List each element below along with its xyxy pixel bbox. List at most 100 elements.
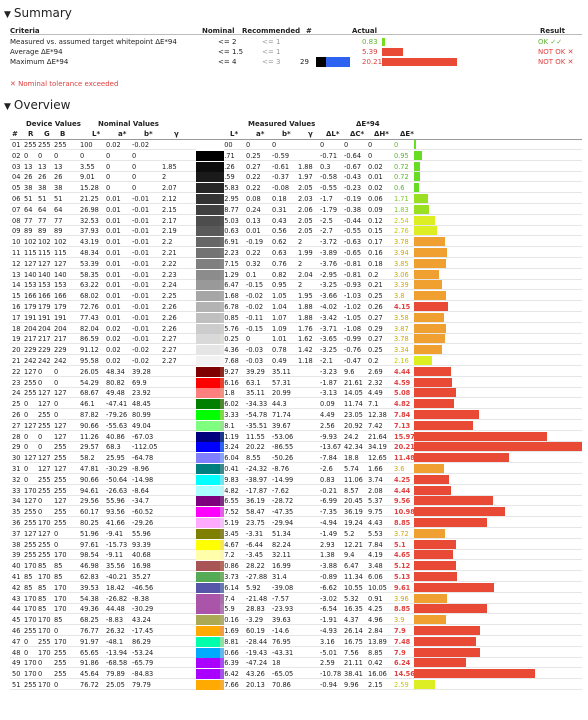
cell: 11.34 (344, 573, 363, 581)
cell: 6.47 (344, 562, 359, 571)
measured-swatch (220, 183, 224, 194)
cell: 102 (54, 238, 67, 247)
cell: -0.47 (344, 357, 362, 365)
tolerance-message: ✕ Nominal tolerance exceeded (10, 80, 119, 88)
cell: 48.45 (132, 400, 151, 409)
table-row: 02 0 0 0 0 0 0 0.71 0.25 -0.59 -0.71 -0.64 0 0.95 (10, 150, 582, 161)
cell: 14.56 (394, 670, 415, 679)
table-row: 13 140 140 140 58.35 0.01 -0.01 2.23 61.29 0.1 0.8… (10, 269, 582, 280)
cell: -0.55 (344, 227, 362, 236)
cell: -0.71 (320, 151, 338, 160)
cell: 166 (38, 292, 51, 301)
cell: -8.64 (132, 486, 150, 495)
cell: 11.26 (80, 432, 99, 441)
table-row: 25 0 127 0 46.1 -47.41 48.45 46.02 -34.33 44.3 0.0… (10, 399, 582, 410)
measured-swatch (220, 615, 224, 626)
measured-swatch (220, 658, 224, 669)
cell: 255 (54, 519, 67, 527)
cell: 0 (24, 475, 29, 484)
cell: -47.24 (246, 659, 268, 668)
measured-swatch (220, 669, 224, 680)
cell: 127 (24, 497, 37, 506)
cell: 26.14 (344, 627, 363, 635)
cell: 0.72 (394, 162, 409, 171)
cell: 170 (54, 583, 67, 592)
col-header: R (28, 130, 34, 138)
col-header: ΔH* (374, 130, 389, 138)
cell: 44.3 (272, 400, 287, 409)
measured-swatch (220, 258, 224, 269)
table-row: 04 26 26 26 9.01 0 0 2 9.59 0.22 -0.37 1.97 -0.58 -0.… (10, 172, 582, 183)
cell: -0.19 (344, 195, 362, 203)
group-header-row: Device Values Nominal Values Measured Va… (10, 120, 582, 129)
cell: 48.34 (80, 249, 99, 257)
de-bar (414, 269, 440, 279)
cell: 05 (12, 184, 21, 193)
cell: 127 (24, 259, 37, 268)
cell: 22 (12, 367, 21, 376)
cell: -1.91 (320, 616, 338, 625)
cell: 80.82 (106, 378, 125, 387)
cell: -0.65 (344, 249, 362, 257)
de-bar (414, 572, 457, 581)
cell: 47.81 (80, 465, 99, 473)
cell: 2.27 (162, 357, 177, 365)
cell: 10 (12, 238, 21, 247)
cell: 0.16 (368, 249, 383, 257)
cell: 18.8 (344, 454, 359, 463)
cell: 1.97 (298, 173, 313, 182)
cell: -14.98 (132, 475, 154, 484)
cell: -26.63 (106, 486, 128, 495)
cell: 0.08 (246, 195, 261, 203)
cell: -1.03 (344, 292, 362, 301)
cell: 49.36 (80, 605, 99, 614)
cell: 0.01 (106, 313, 121, 322)
nominal-swatch (196, 561, 220, 572)
cell: 97.61 (80, 540, 99, 549)
cell: -3.25 (320, 346, 338, 355)
cell: 0 (38, 508, 43, 517)
cell: 32.53 (80, 216, 99, 225)
cell: 5.37 (368, 497, 383, 506)
cell: 7.13 (394, 421, 411, 430)
summary-title[interactable]: ▼ Summary (4, 6, 72, 20)
cell: 1.09 (272, 324, 287, 333)
de-bar (414, 366, 451, 376)
cell: 5.92 (246, 583, 261, 592)
cell: 102 (38, 238, 51, 247)
measured-swatch (220, 507, 224, 518)
cell: 13 (54, 162, 63, 171)
table-row: 21 242 242 242 95.58 0.02 -0.02 2.27 97.68 -0.03 0… (10, 356, 582, 366)
cell: 14 (12, 281, 21, 290)
cell: 0 (24, 443, 29, 452)
table-row: 38 255 255 0 97.61 -15.73 93.39 94.67 -6.44 82.24… (10, 539, 582, 550)
cell: -47.35 (272, 508, 294, 517)
cell: 3.6 (394, 465, 405, 473)
de-bar (414, 215, 436, 225)
de-bar (414, 237, 446, 247)
cell: 2.05 (298, 227, 313, 236)
overview-title[interactable]: ▼ Overview (4, 98, 70, 112)
cell: 127 (24, 367, 37, 376)
cell: 0.02 (106, 357, 121, 365)
cell: -40.21 (106, 573, 128, 581)
criteria-text: Maximum ΔE*94 (10, 58, 69, 66)
cell: -21.48 (246, 594, 268, 603)
cell: 204 (38, 324, 51, 333)
de-bar (414, 204, 430, 214)
cell: 127 (38, 400, 51, 409)
cell: 1.38 (320, 551, 335, 560)
cell: -0.93 (344, 281, 362, 290)
cell: 0 (246, 335, 251, 344)
cell: 255 (24, 141, 37, 149)
cell: -0.02 (132, 346, 150, 355)
cell: 0.1 (246, 270, 257, 279)
cell: 0 (54, 681, 59, 689)
cell: -30.29 (132, 605, 154, 614)
cell: 1.88 (298, 303, 313, 311)
cell: 35.11 (246, 389, 265, 398)
cell: 0.01 (368, 173, 383, 182)
cell: -28.44 (246, 637, 268, 646)
de-bar (414, 442, 582, 452)
cell: 25.95 (106, 454, 125, 463)
